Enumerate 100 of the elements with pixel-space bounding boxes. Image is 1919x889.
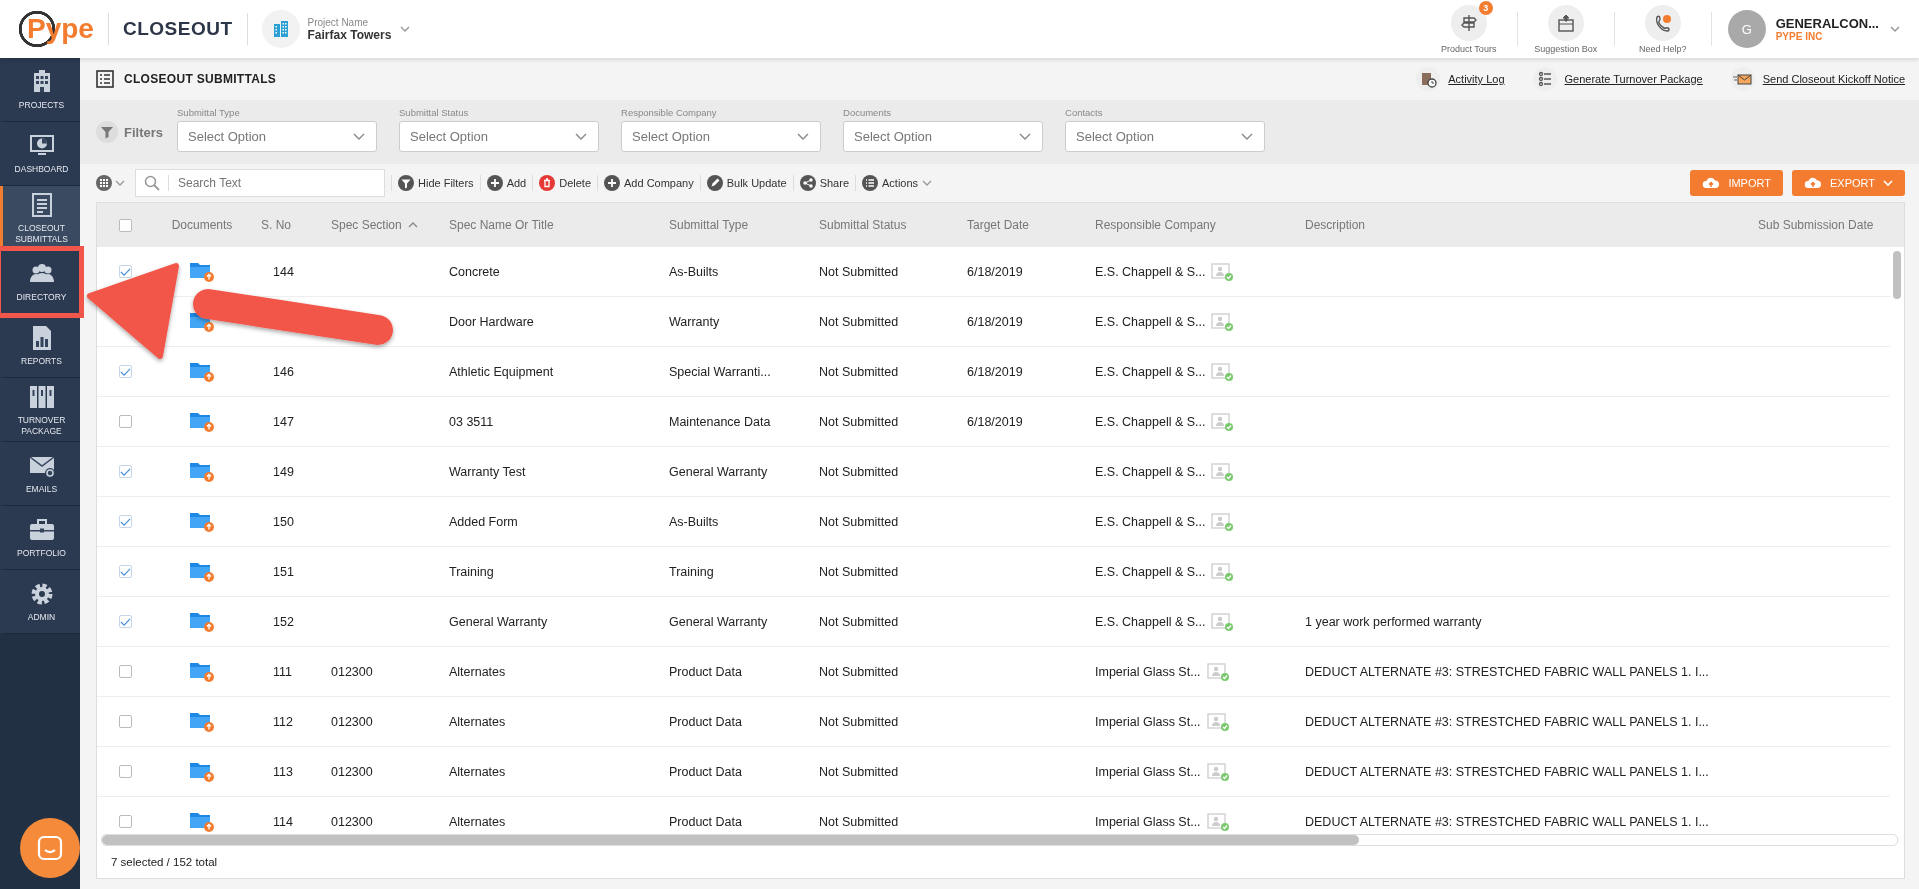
grid-icon bbox=[96, 175, 112, 191]
table-cell: Warranty bbox=[669, 314, 720, 329]
table-cell: Alternates bbox=[449, 764, 506, 779]
toolbar-button[interactable]: Bulk Update bbox=[706, 175, 787, 191]
link[interactable]: Activity Log bbox=[1448, 73, 1505, 85]
sidebar-item[interactable]: TURNOVER PACKAGE bbox=[0, 378, 80, 442]
table-cell: Not Submitted bbox=[819, 764, 899, 779]
checkbox[interactable] bbox=[118, 565, 132, 578]
dropdown[interactable]: Select Option bbox=[843, 120, 1043, 152]
checkbox[interactable] bbox=[118, 615, 132, 628]
chat-icon bbox=[37, 835, 63, 861]
column-header[interactable]: Spec Name Or Title bbox=[449, 218, 554, 232]
toolbar-button[interactable]: Share bbox=[799, 175, 849, 191]
contact-check-icon bbox=[1211, 411, 1235, 432]
sidebar-item[interactable]: EMAILS bbox=[0, 442, 80, 506]
filter-icon bbox=[96, 121, 118, 143]
folder-upload-icon bbox=[189, 560, 215, 583]
table-cell: Alternates bbox=[449, 664, 506, 679]
toolbar-button[interactable]: Hide Filters bbox=[398, 175, 474, 191]
sidebar-item[interactable]: PORTFOLIO bbox=[0, 506, 80, 570]
checkbox[interactable] bbox=[118, 415, 132, 428]
table-cell: 6/18/2019 bbox=[967, 314, 1023, 329]
column-header[interactable]: Responsible Company bbox=[1095, 218, 1216, 232]
column-header[interactable]: Documents bbox=[171, 218, 233, 232]
share-icon bbox=[799, 175, 816, 191]
field-label: Contacts bbox=[1065, 106, 1104, 118]
field-label: Responsible Company bbox=[621, 106, 718, 118]
checkbox[interactable] bbox=[118, 715, 132, 728]
table-cell: 012300 bbox=[331, 664, 373, 679]
avatar: G bbox=[1727, 10, 1766, 48]
clipboard-clock-icon bbox=[1416, 67, 1441, 91]
column-header[interactable]: Spec Section bbox=[331, 218, 402, 232]
plus-icon bbox=[604, 175, 620, 191]
checkbox[interactable] bbox=[118, 815, 132, 828]
selection-count: 7 selected / 152 total bbox=[111, 856, 218, 868]
table-cell: E.S. Chappell & S... bbox=[1095, 314, 1206, 329]
table-cell: Imperial Glass St... bbox=[1095, 664, 1201, 679]
toolbar-button[interactable]: Delete bbox=[539, 175, 591, 191]
checkbox[interactable] bbox=[118, 665, 132, 678]
dropdown[interactable]: Select Option bbox=[621, 120, 821, 152]
column-header[interactable]: Sub Submission Date bbox=[1758, 218, 1874, 232]
table-cell: E.S. Chappell & S... bbox=[1095, 564, 1206, 579]
table-cell: DEDUCT ALTERNATE #3: STRESTCHED FABRIC WALL PANELS 1. I... bbox=[1305, 764, 1709, 779]
sidebar-item[interactable]: DASHBOARD bbox=[0, 122, 80, 186]
table-cell: As-Builts bbox=[669, 514, 719, 529]
table-cell: 111 bbox=[273, 664, 292, 679]
dropdown[interactable]: Select Option bbox=[177, 120, 377, 152]
search-field[interactable]: Search Text bbox=[135, 169, 385, 197]
envelope-icon bbox=[1730, 67, 1755, 91]
folder-upload-icon bbox=[189, 510, 215, 533]
checklist-icon bbox=[96, 70, 114, 88]
company-name: PYPE INC bbox=[1775, 31, 1824, 42]
field-label: Submittal Status bbox=[399, 106, 470, 118]
count-badge: 3 bbox=[1478, 0, 1493, 15]
link[interactable]: Send Closeout Kickoff Notice bbox=[1762, 73, 1905, 85]
scrollbar[interactable] bbox=[102, 835, 1359, 845]
view-toggle[interactable] bbox=[96, 175, 125, 191]
checkmark-icon bbox=[119, 616, 131, 627]
dropdown[interactable]: Select Option bbox=[1065, 120, 1265, 152]
checkbox[interactable] bbox=[118, 365, 132, 378]
table-cell: Added Form bbox=[449, 514, 518, 529]
checkbox[interactable] bbox=[118, 515, 132, 528]
link[interactable]: Generate Turnover Package bbox=[1564, 73, 1703, 85]
table-cell: Special Warranti... bbox=[669, 364, 771, 379]
sidebar-item[interactable]: PROJECTS bbox=[0, 58, 80, 122]
table-cell: Not Submitted bbox=[819, 814, 899, 829]
table-cell: Product Data bbox=[669, 814, 742, 829]
scrollbar[interactable] bbox=[1893, 251, 1901, 299]
column-header[interactable]: Description bbox=[1305, 218, 1366, 232]
folder-upload-icon bbox=[189, 760, 215, 783]
toolbar-button[interactable]: Add Company bbox=[604, 175, 694, 191]
column-header[interactable]: Target Date bbox=[967, 218, 1030, 232]
table-cell: 150 bbox=[273, 514, 294, 529]
header-tool[interactable]: Suggestion Box bbox=[1523, 4, 1608, 54]
folder-upload-icon bbox=[189, 610, 215, 633]
dropdown[interactable]: Select Option bbox=[399, 120, 599, 152]
toolbar-button[interactable]: Actions bbox=[862, 175, 933, 191]
table-cell: 112 bbox=[273, 714, 293, 729]
field-label: Documents bbox=[843, 106, 893, 118]
project-selector[interactable]: Project Name Fairfax Towers bbox=[261, 10, 412, 48]
folder-upload-icon bbox=[189, 410, 215, 433]
checkbox[interactable] bbox=[118, 265, 132, 278]
column-header[interactable]: S. No bbox=[261, 218, 291, 232]
table-cell: Imperial Glass St... bbox=[1095, 814, 1201, 829]
sidebar-item[interactable]: ADMIN bbox=[0, 570, 80, 634]
column-header[interactable]: Submittal Type bbox=[669, 218, 749, 232]
header-tool[interactable]: Need Help? bbox=[1620, 4, 1705, 54]
checkbox[interactable] bbox=[118, 765, 132, 778]
caret-icon bbox=[1889, 23, 1901, 35]
filters-label: Filters bbox=[124, 124, 163, 140]
checkbox[interactable] bbox=[118, 465, 132, 478]
column-header[interactable]: Submittal Status bbox=[819, 218, 907, 232]
table-cell: 147 bbox=[273, 414, 294, 429]
toolbar-button[interactable]: Add bbox=[486, 175, 527, 191]
sort-ascending-icon bbox=[407, 220, 418, 230]
checkbox[interactable] bbox=[118, 218, 132, 232]
table-cell: Not Submitted bbox=[819, 314, 899, 329]
table-cell: 149 bbox=[273, 464, 294, 479]
field-label: Submittal Type bbox=[177, 106, 241, 118]
table-cell: Not Submitted bbox=[819, 514, 899, 529]
